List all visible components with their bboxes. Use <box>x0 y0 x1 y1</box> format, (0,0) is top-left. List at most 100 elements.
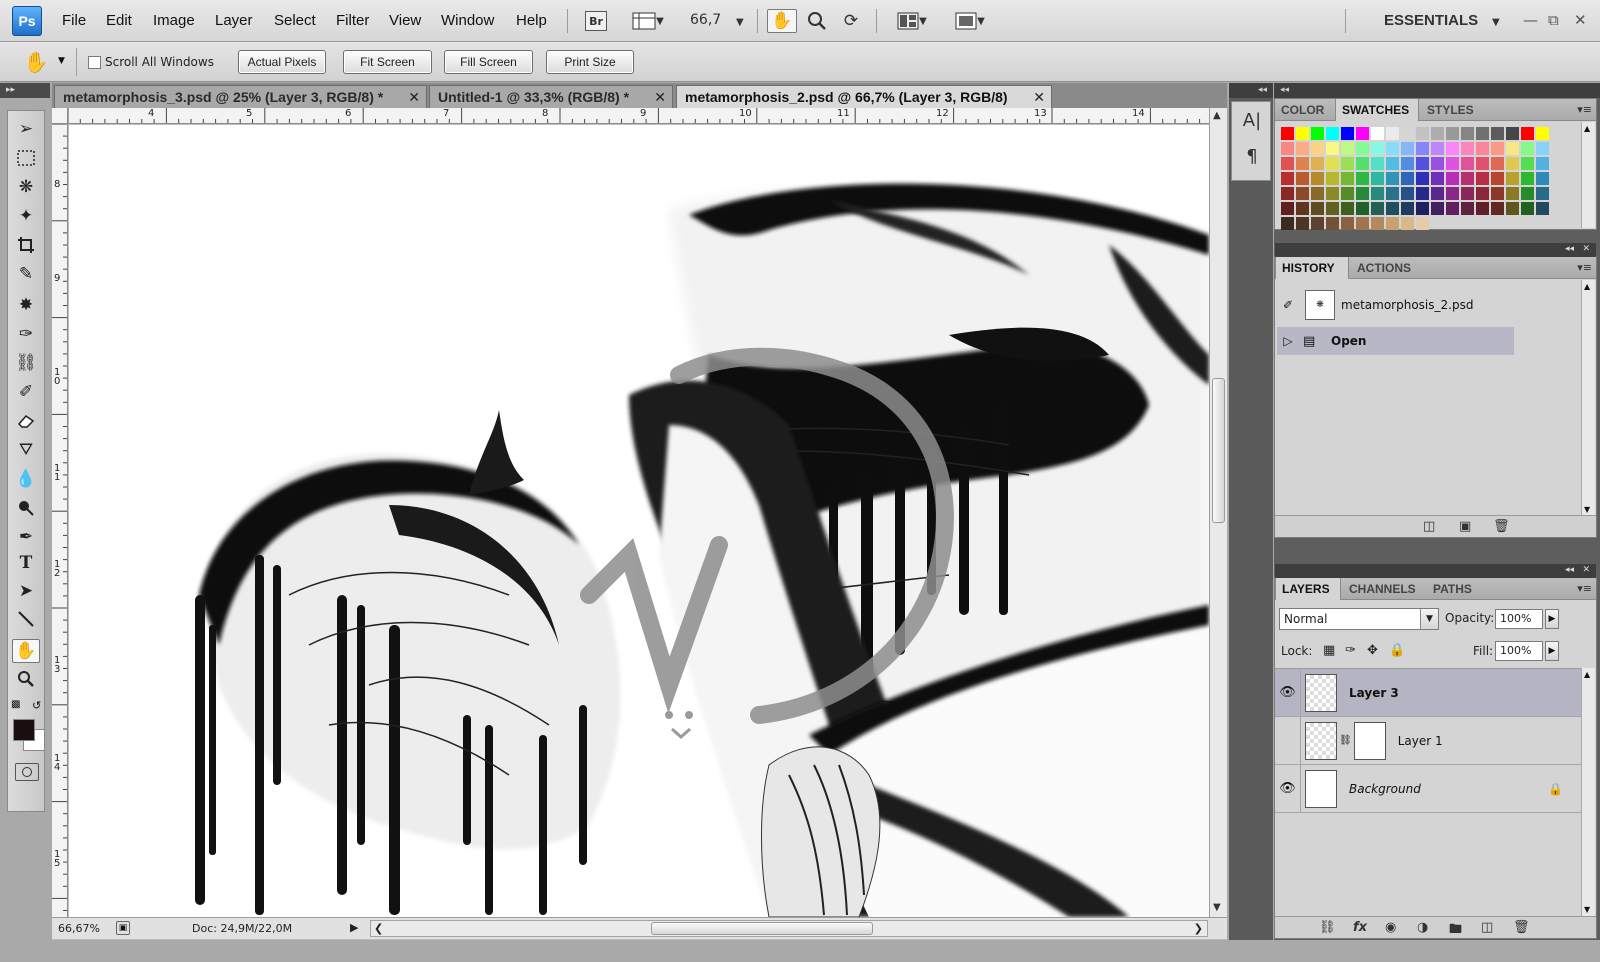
color-swatch[interactable] <box>1476 187 1489 200</box>
color-swatch[interactable] <box>1491 172 1504 185</box>
status-zoom-level[interactable]: 66,67% <box>58 922 100 935</box>
color-swatch[interactable] <box>1446 172 1459 185</box>
color-swatch[interactable] <box>1341 187 1354 200</box>
dock-collapse-handle[interactable]: ◂◂ <box>1229 83 1273 98</box>
color-swatch[interactable] <box>1281 217 1294 230</box>
color-swatch[interactable] <box>1311 187 1324 200</box>
hand-tool-button[interactable]: ✋ <box>767 9 797 33</box>
color-swatch[interactable] <box>1491 142 1504 155</box>
layers-scrollbar[interactable]: ▲ ▼ <box>1581 668 1595 916</box>
color-swatch[interactable] <box>1326 127 1339 140</box>
color-swatch[interactable] <box>1296 172 1309 185</box>
new-document-from-state-icon[interactable]: ◫ <box>1423 519 1435 534</box>
color-swatch[interactable] <box>1296 142 1309 155</box>
layer-style-fx-icon[interactable]: fx <box>1353 920 1367 935</box>
panel-menu-icon[interactable]: ▾≡ <box>1577 582 1592 595</box>
scroll-up-icon[interactable]: ▲ <box>1584 282 1590 291</box>
blend-mode-select[interactable]: Normal ▼ <box>1279 608 1439 630</box>
color-swatch[interactable] <box>1281 127 1294 140</box>
color-swatch[interactable] <box>1326 142 1339 155</box>
color-swatch[interactable] <box>1491 127 1504 140</box>
foreground-color-swatch[interactable] <box>13 719 35 741</box>
tab-styles[interactable]: STYLES <box>1421 99 1487 121</box>
delete-layer-icon[interactable]: 🗑 <box>1513 920 1530 935</box>
color-swatch[interactable] <box>1281 187 1294 200</box>
character-panel-icon[interactable]: A| <box>1242 110 1262 132</box>
color-swatch[interactable] <box>1386 187 1399 200</box>
collapse-panel-icon[interactable]: ◂◂ <box>1565 244 1574 254</box>
color-swatch[interactable] <box>1431 187 1444 200</box>
ruler-origin[interactable] <box>52 108 68 124</box>
new-layer-icon[interactable]: ◫ <box>1481 920 1493 935</box>
adjustment-layer-icon[interactable]: ◑ <box>1417 920 1428 935</box>
color-swatch[interactable] <box>1296 157 1309 170</box>
color-swatch[interactable] <box>1296 217 1309 230</box>
color-swatch[interactable] <box>1311 172 1324 185</box>
color-swatch[interactable] <box>1446 142 1459 155</box>
color-swatch[interactable] <box>1371 157 1384 170</box>
blur-tool-icon[interactable]: 💧 <box>12 467 40 491</box>
healing-brush-icon[interactable]: ✸ <box>12 293 40 317</box>
minimize-icon[interactable]: — <box>1523 11 1538 29</box>
lock-all-icon[interactable]: 🔒 <box>1389 643 1405 658</box>
workspace-switcher[interactable]: ESSENTIALS <box>1384 12 1478 29</box>
color-swatch[interactable] <box>1356 157 1369 170</box>
marquee-tool-icon[interactable] <box>12 146 40 170</box>
color-swatch[interactable] <box>1506 202 1519 215</box>
color-swatch[interactable] <box>1371 187 1384 200</box>
magic-wand-icon[interactable]: ✦ <box>12 204 40 228</box>
close-tab-icon[interactable]: ✕ <box>408 89 420 106</box>
color-swatch[interactable] <box>1356 127 1369 140</box>
color-swatch[interactable] <box>1416 202 1429 215</box>
color-swatch[interactable] <box>1461 187 1474 200</box>
menu-layer[interactable]: Layer <box>215 12 253 29</box>
scroll-up-icon[interactable]: ▲ <box>1584 670 1590 679</box>
horizontal-ruler[interactable]: 4 5 6 7 8 9 10 11 12 13 14 <box>68 108 1209 124</box>
eyedropper-icon[interactable]: ✎ <box>12 262 40 286</box>
color-swatch[interactable] <box>1386 202 1399 215</box>
color-swatch[interactable] <box>1521 202 1534 215</box>
vertical-scrollbar[interactable]: ▲ ▼ <box>1209 108 1227 917</box>
layer-row-layer-1[interactable]: ⛓ Layer 1 <box>1275 716 1581 765</box>
vertical-scroll-thumb[interactable] <box>1212 378 1225 523</box>
menu-file[interactable]: File <box>62 12 86 29</box>
tab-layers[interactable]: LAYERS <box>1275 578 1341 600</box>
color-swatch[interactable] <box>1416 127 1429 140</box>
close-window-icon[interactable]: ✕ <box>1574 11 1587 29</box>
color-swatch[interactable] <box>1431 142 1444 155</box>
close-panel-icon[interactable]: ✕ <box>1582 565 1590 575</box>
new-snapshot-icon[interactable]: ▣ <box>1459 519 1471 534</box>
tab-paths[interactable]: PATHS <box>1427 578 1483 600</box>
delete-state-icon[interactable]: 🗑 <box>1493 519 1510 534</box>
color-swatch[interactable] <box>1536 127 1549 140</box>
color-swatch[interactable] <box>1506 157 1519 170</box>
color-swatch[interactable] <box>1446 127 1459 140</box>
color-swatch[interactable] <box>1326 157 1339 170</box>
status-menu-icon[interactable]: ▶ <box>350 921 358 934</box>
color-swatch[interactable] <box>1311 142 1324 155</box>
color-swatch[interactable] <box>1371 217 1384 230</box>
menu-window[interactable]: Window <box>441 12 494 29</box>
color-swatch[interactable] <box>1341 127 1354 140</box>
color-swatch[interactable] <box>1296 202 1309 215</box>
line-tool-icon[interactable] <box>12 607 40 631</box>
menu-image[interactable]: Image <box>153 12 195 29</box>
layer-row-layer-3[interactable]: 👁 Layer 3 <box>1275 668 1581 717</box>
color-swatch[interactable] <box>1356 202 1369 215</box>
color-swatch[interactable] <box>1371 172 1384 185</box>
link-layers-icon[interactable]: ⛓ <box>1319 920 1336 935</box>
color-swatch[interactable] <box>1416 217 1429 230</box>
scroll-right-icon[interactable]: ❯ <box>1194 922 1203 935</box>
panel-menu-icon[interactable]: ▾≡ <box>1577 261 1592 274</box>
eye-icon[interactable]: 👁 <box>1275 764 1301 813</box>
color-swatch[interactable] <box>1446 202 1459 215</box>
color-swatch[interactable] <box>1386 172 1399 185</box>
menu-select[interactable]: Select <box>274 12 316 29</box>
layer-row-background[interactable]: 👁 Background 🔒 <box>1275 764 1581 813</box>
close-tab-icon[interactable]: ✕ <box>1033 89 1045 106</box>
close-panel-icon[interactable]: ✕ <box>1582 244 1590 254</box>
color-swatch[interactable] <box>1536 142 1549 155</box>
horizontal-scrollbar[interactable]: ❮ ❯ <box>370 920 1208 937</box>
tab-untitled-1[interactable]: Untitled-1 @ 33,3% (RGB/8) * ✕ <box>429 85 673 108</box>
color-swatch[interactable] <box>1386 127 1399 140</box>
